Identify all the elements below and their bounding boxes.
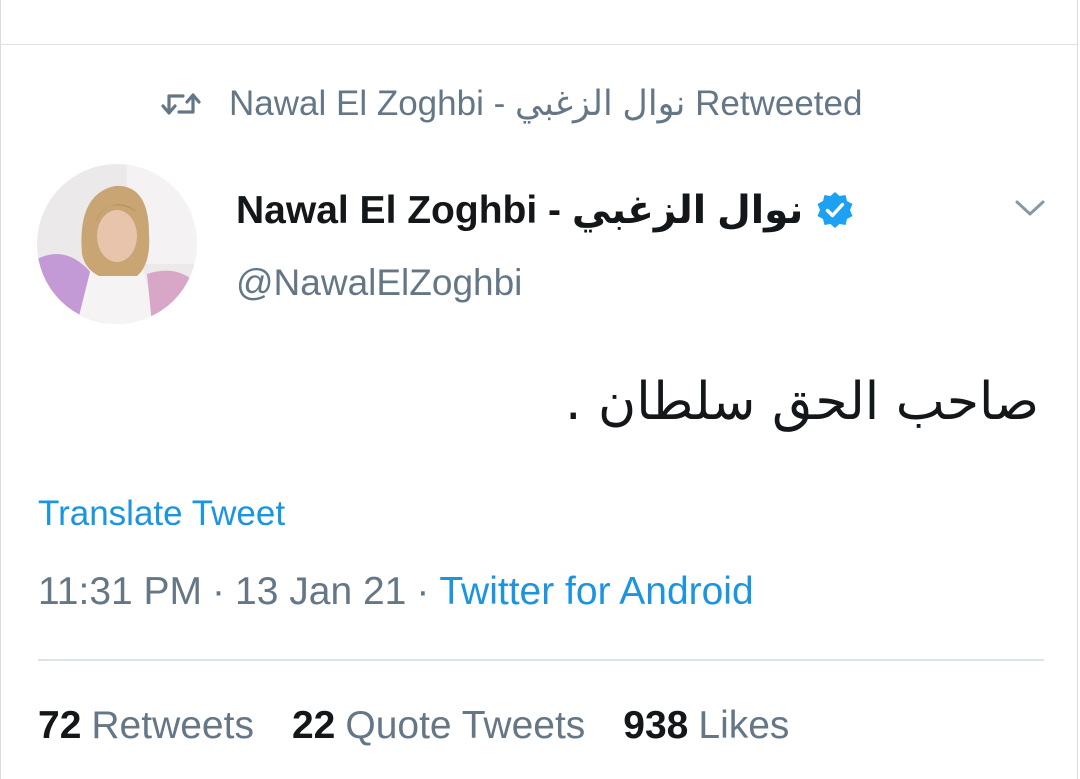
retweet-banner[interactable]: Nawal El Zoghbi - نوال الزغبي Retweeted (161, 82, 862, 126)
tweet-date[interactable]: 13 Jan 21 (235, 570, 406, 613)
quote-tweets-count: 22 (291, 704, 336, 747)
author-display-name[interactable]: Nawal El Zoghbi - نوال الزغبي (236, 184, 855, 236)
retweets-stat[interactable]: 72 Retweets (38, 704, 254, 748)
author-handle[interactable]: @NawalElZoghbi (236, 262, 522, 304)
chevron-down-icon[interactable] (1013, 196, 1047, 220)
retweet-icon (161, 88, 201, 120)
likes-stat[interactable]: 938 Likes (623, 704, 789, 748)
verified-badge-icon (815, 190, 855, 230)
avatar[interactable] (37, 164, 197, 324)
likes-count: 938 (623, 704, 689, 747)
meta-separator: · (416, 570, 430, 613)
translate-tweet-link[interactable]: Translate Tweet (38, 494, 285, 534)
tweet-time: 11:31 PM (38, 570, 203, 613)
stats-divider (38, 659, 1044, 661)
quote-tweets-label: Quote Tweets (345, 704, 586, 747)
retweet-banner-text: Nawal El Zoghbi - نوال الزغبي Retweeted (229, 84, 863, 123)
quote-tweets-stat[interactable]: 22 Quote Tweets (292, 704, 585, 748)
tweet-detail: Nawal El Zoghbi - نوال الزغبي Retweeted … (0, 0, 1078, 779)
meta-separator: · (212, 570, 226, 613)
author-name-text: Nawal El Zoghbi - نوال الزغبي (236, 188, 804, 232)
top-divider (1, 44, 1077, 45)
retweets-label: Retweets (91, 704, 254, 747)
tweet-stats: 72 Retweets 22 Quote Tweets 938 Likes (38, 704, 827, 748)
tweet-source-link[interactable]: Twitter for Android (439, 570, 753, 613)
tweet-meta: 11:31 PM · 13 Jan 21 · Twitter for Android (38, 570, 754, 614)
retweets-count: 72 (38, 704, 82, 747)
tweet-text: صاحب الحق سلطان . (564, 372, 1039, 432)
likes-label: Likes (698, 704, 790, 747)
